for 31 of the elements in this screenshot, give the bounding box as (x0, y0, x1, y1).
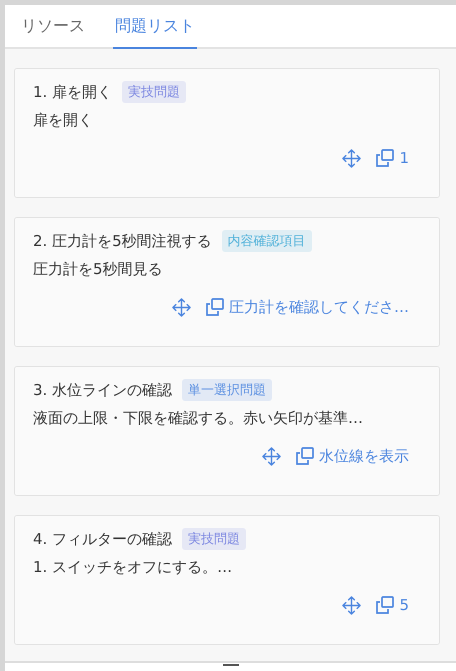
copy-icon[interactable] (375, 595, 396, 615)
move-icon[interactable] (171, 297, 191, 317)
copy-icon[interactable] (375, 148, 396, 168)
question-title: 1. 扉を開く (33, 82, 112, 102)
copy-icon[interactable] (295, 446, 315, 466)
question-title: 2. 圧力計を5秒間注視する (33, 232, 212, 250)
question-card[interactable]: 3. 水位ラインの確認 単一選択問題 液面の上限・下限を確認する。赤い矢印が基準… 水位線を表示 (14, 366, 440, 496)
type-tag: 実技問題 (182, 528, 246, 550)
question-title: 3. 水位ラインの確認 (33, 380, 172, 400)
move-icon[interactable] (261, 446, 281, 466)
move-icon[interactable] (341, 595, 362, 615)
copy-icon[interactable] (205, 297, 225, 317)
linked-item-link[interactable]: 5 (399, 596, 409, 614)
linked-item-link[interactable]: 1 (399, 149, 409, 167)
question-card[interactable]: 2. 圧力計を5秒間注視する 内容確認項目 圧力計を5秒間見る 圧力計を確認してくださ… (14, 217, 440, 347)
type-tag: 実技問題 (122, 81, 186, 103)
question-card[interactable]: 1. 扉を開く 実技問題 扉を開く 1 (14, 68, 440, 198)
linked-item-link[interactable]: 水位線を表示 (319, 446, 409, 466)
tab[interactable]: リソース (19, 5, 87, 49)
question-description: 液面の上限・下限を確認する。赤い矢印が基準… (33, 409, 364, 428)
tab[interactable]: 問題リスト (113, 5, 197, 49)
type-tag: 単一選択問題 (182, 379, 272, 401)
question-description: 扉を開く (33, 111, 94, 130)
question-title: 4. フィルターの確認 (33, 530, 172, 548)
type-tag: 内容確認項目 (222, 230, 312, 252)
handle-icon[interactable] (222, 664, 238, 666)
question-description: 1. スイッチをオフにする。… (33, 558, 234, 577)
linked-item-link[interactable]: 圧力計を確認してくださ… (229, 298, 409, 316)
question-card[interactable]: 4. フィルターの確認 実技問題 1. スイッチをオフにする。… 5 (14, 515, 440, 645)
move-icon[interactable] (341, 148, 362, 168)
question-description: 圧力計を5秒間見る (33, 260, 164, 279)
